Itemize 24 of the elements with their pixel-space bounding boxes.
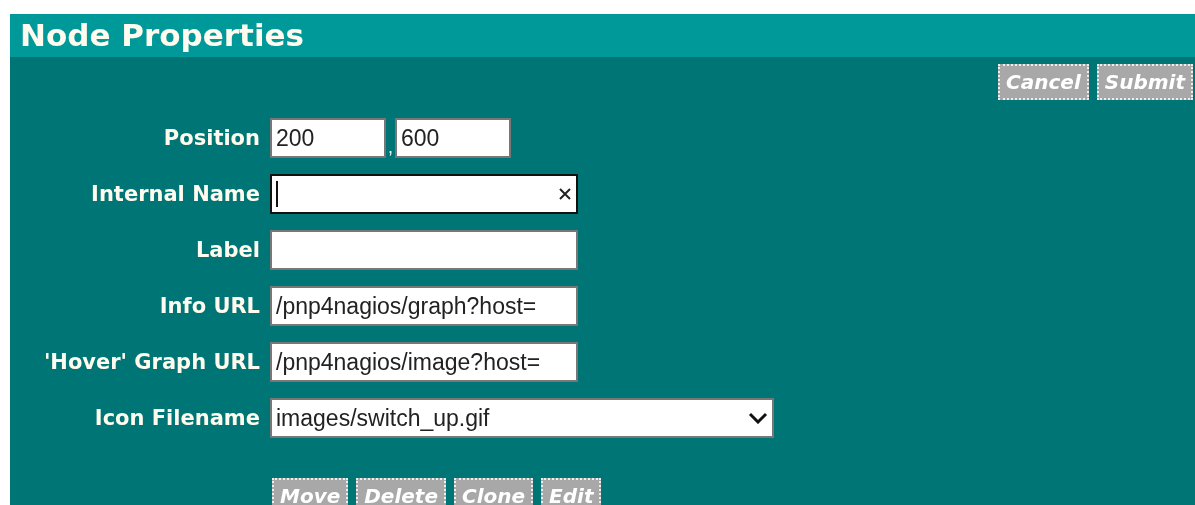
- action-button[interactable]: Delete: [356, 478, 446, 505]
- input-field[interactable]: [270, 174, 578, 214]
- field-label: Internal Name: [90, 182, 260, 206]
- select-field[interactable]: images/switch_up.gif: [270, 398, 774, 438]
- text-cursor: [276, 181, 278, 207]
- position-field[interactable]: 200: [270, 118, 386, 158]
- action-button[interactable]: Cancel: [998, 64, 1089, 100]
- field-label: Info URL: [158, 294, 260, 318]
- input-field[interactable]: /pnp4nagios/graph?host=: [270, 286, 578, 326]
- field-label: Position: [162, 126, 260, 150]
- field-label: Icon Filename: [93, 406, 260, 430]
- action-button[interactable]: Edit: [541, 478, 602, 505]
- input-field[interactable]: /pnp4nagios/image?host=: [270, 342, 578, 382]
- action-button[interactable]: Submit: [1096, 64, 1193, 100]
- action-button[interactable]: Move: [272, 478, 349, 505]
- field-label: Label: [194, 238, 260, 262]
- chevron-down-icon: [748, 412, 768, 424]
- close-icon[interactable]: [558, 187, 572, 201]
- separator: ,: [388, 137, 393, 158]
- panel-title: Node Properties: [10, 14, 1195, 57]
- action-button[interactable]: Clone: [453, 478, 534, 505]
- field-label: 'Hover' Graph URL: [42, 350, 260, 374]
- position-field[interactable]: 600: [395, 118, 511, 158]
- input-field[interactable]: [270, 230, 578, 270]
